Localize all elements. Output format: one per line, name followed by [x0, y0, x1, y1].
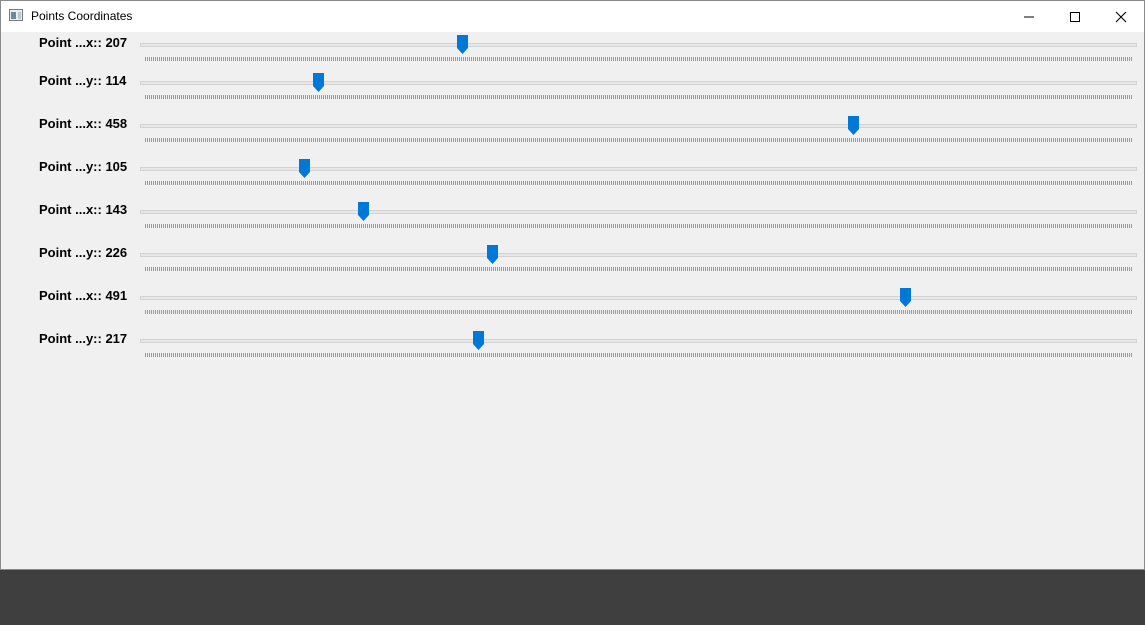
slider-groove[interactable] — [140, 43, 1137, 47]
minimize-button[interactable] — [1006, 1, 1052, 32]
slider-ticks — [145, 353, 1132, 357]
coordinate-slider[interactable] — [140, 113, 1137, 145]
slider-handle-icon[interactable] — [899, 288, 911, 307]
coordinate-slider[interactable] — [140, 199, 1137, 231]
slider-row: Point ...x:: 207 — [1, 32, 1144, 72]
slider-label: Point ...x:: 458 — [39, 116, 128, 131]
coordinate-slider[interactable] — [140, 32, 1137, 64]
slider-groove[interactable] — [140, 296, 1137, 300]
slider-ticks — [145, 138, 1132, 142]
window-app-icon — [9, 9, 23, 21]
slider-row: Point ...y:: 105 — [1, 156, 1144, 196]
slider-label: Point ...x:: 143 — [39, 202, 128, 217]
slider-handle-icon[interactable] — [473, 331, 485, 350]
slider-row: Point ...y:: 217 — [1, 328, 1144, 368]
sliders-panel: Point ...x:: 207 Point ...y:: 114 Point … — [1, 32, 1144, 569]
slider-row: Point ...x:: 143 — [1, 199, 1144, 239]
slider-row: Point ...x:: 491 — [1, 285, 1144, 325]
slider-ticks — [145, 224, 1132, 228]
app-window: Points Coordinates Point ...x:: 207 Poin… — [0, 0, 1145, 570]
slider-handle-icon[interactable] — [298, 159, 310, 178]
close-icon — [1115, 11, 1127, 23]
slider-ticks — [145, 310, 1132, 314]
slider-groove[interactable] — [140, 124, 1137, 128]
slider-groove[interactable] — [140, 339, 1137, 343]
minimize-icon — [1024, 16, 1034, 18]
coordinate-slider[interactable] — [140, 242, 1137, 274]
slider-handle-icon[interactable] — [848, 116, 860, 135]
coordinate-slider[interactable] — [140, 156, 1137, 188]
maximize-icon — [1070, 12, 1080, 22]
window-title: Points Coordinates — [31, 9, 133, 23]
slider-ticks — [145, 95, 1132, 99]
slider-groove[interactable] — [140, 81, 1137, 85]
slider-ticks — [145, 181, 1132, 185]
slider-handle-icon[interactable] — [487, 245, 499, 264]
close-button[interactable] — [1098, 1, 1144, 32]
slider-ticks — [145, 57, 1132, 61]
slider-groove[interactable] — [140, 210, 1137, 214]
slider-handle-icon[interactable] — [312, 73, 324, 92]
coordinate-slider[interactable] — [140, 328, 1137, 360]
slider-label: Point ...x:: 491 — [39, 288, 128, 303]
slider-label: Point ...x:: 207 — [39, 35, 128, 50]
slider-label: Point ...y:: 226 — [39, 245, 128, 260]
slider-row: Point ...x:: 458 — [1, 113, 1144, 153]
slider-handle-icon[interactable] — [357, 202, 369, 221]
slider-label: Point ...y:: 105 — [39, 159, 128, 174]
slider-label: Point ...y:: 217 — [39, 331, 128, 346]
slider-handle-icon[interactable] — [457, 35, 469, 54]
coordinate-slider[interactable] — [140, 285, 1137, 317]
maximize-button[interactable] — [1052, 1, 1098, 32]
desktop-taskbar-area — [0, 570, 1145, 625]
slider-row: Point ...y:: 226 — [1, 242, 1144, 282]
slider-groove[interactable] — [140, 253, 1137, 257]
slider-label: Point ...y:: 114 — [39, 73, 127, 88]
coordinate-slider[interactable] — [140, 70, 1137, 102]
slider-ticks — [145, 267, 1132, 271]
slider-row: Point ...y:: 114 — [1, 70, 1144, 110]
title-bar[interactable]: Points Coordinates — [1, 1, 1144, 32]
slider-groove[interactable] — [140, 167, 1137, 171]
